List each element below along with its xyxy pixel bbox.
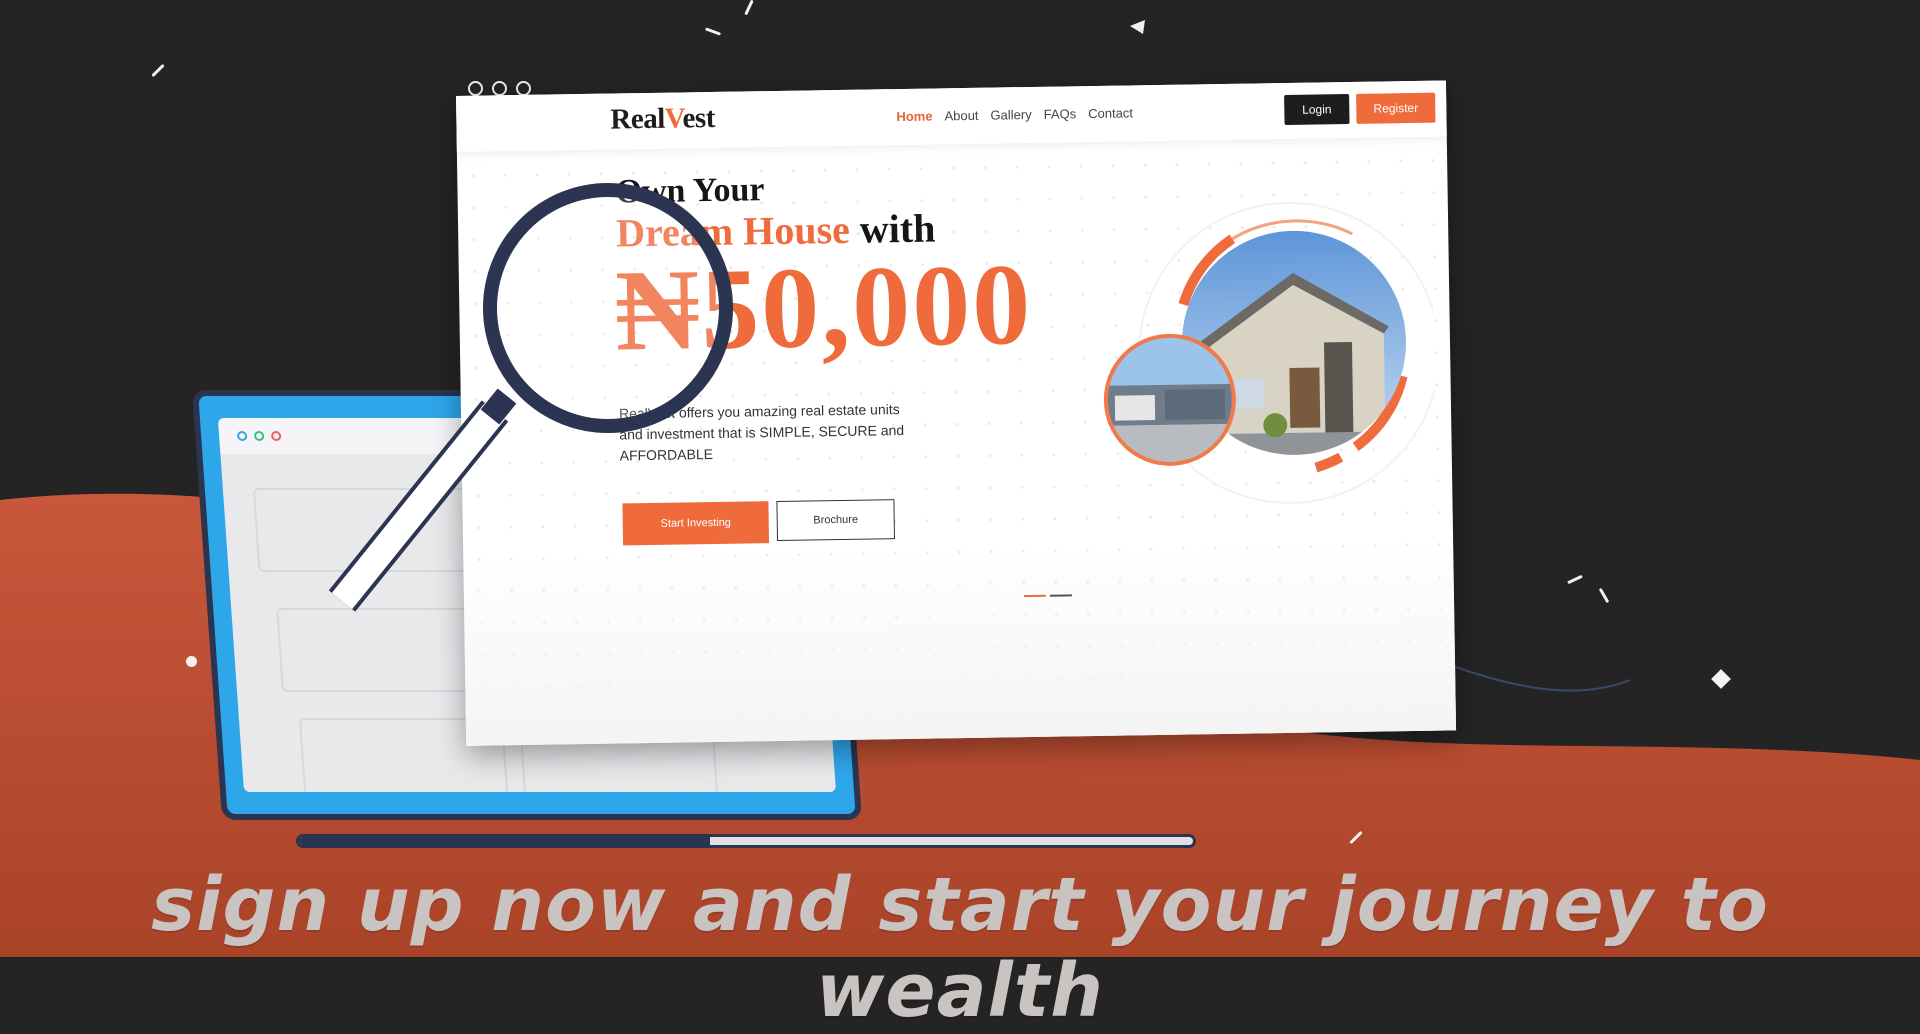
brochure-button[interactable]: Brochure	[776, 499, 896, 542]
login-button[interactable]: Login	[1284, 93, 1350, 125]
nav-links: Home About Gallery FAQs Contact	[896, 105, 1133, 124]
nav-link-about[interactable]: About	[944, 108, 978, 124]
video-progress-bar[interactable]	[296, 834, 1196, 848]
nav-link-home[interactable]: Home	[896, 109, 932, 125]
site-logo[interactable]: RealVest	[610, 102, 715, 137]
decor-triangle	[1130, 20, 1145, 34]
video-progress-fill	[299, 837, 711, 845]
window-dots-icon	[468, 81, 531, 96]
register-button[interactable]: Register	[1356, 92, 1436, 124]
magnifying-glass-icon	[328, 183, 733, 612]
video-caption: sign up now and start your journey to we…	[151, 862, 1769, 1034]
nav-link-contact[interactable]: Contact	[1088, 105, 1133, 121]
decor-dot	[186, 656, 197, 667]
nav-link-gallery[interactable]: Gallery	[990, 107, 1031, 123]
house-image	[1103, 201, 1437, 504]
nav-link-faqs[interactable]: FAQs	[1044, 106, 1077, 122]
